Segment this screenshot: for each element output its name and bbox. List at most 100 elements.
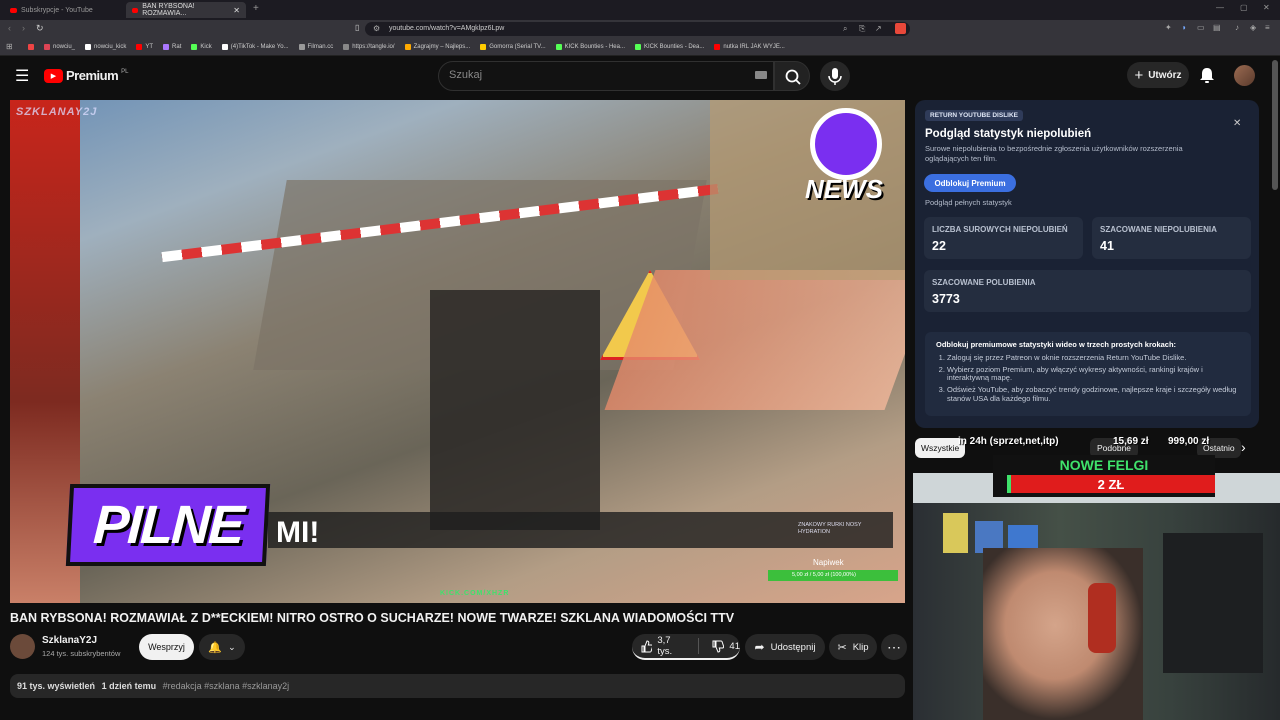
browser-tab-bar: Subskrypcje - YouTube BAN RYBSONA! ROZMA… (0, 0, 1280, 20)
step-item: Odśwież YouTube, aby zobaczyć trendy god… (947, 385, 1240, 403)
bookmark-item[interactable]: KICK Bounties - Dea... (635, 43, 704, 50)
channel-watermark: SZKLANAY2J (16, 106, 98, 118)
search-button[interactable] (774, 61, 810, 91)
upload-age: 1 dzień temu (101, 681, 157, 691)
like-button[interactable]: 3,7 tys. (640, 635, 686, 657)
video-frame-glitch (604, 270, 905, 410)
site-info-icon[interactable]: ⚙ (373, 24, 380, 33)
like-dislike-group: 3,7 tys. 41 (632, 634, 740, 660)
unlock-premium-button[interactable]: Odblokuj Premium (924, 174, 1016, 192)
steps-title: Odblokuj premiumowe statystyki wideo w t… (936, 340, 1177, 349)
news-logo: NEWS (805, 108, 887, 208)
user-avatar[interactable] (1234, 65, 1255, 86)
minimize-icon[interactable]: — (1216, 3, 1224, 12)
video-player[interactable]: SZKLANAY2J NEWS PILNE MI! ZNAKOWY RURKI … (10, 100, 905, 603)
bookmark-item[interactable]: nowciu_kick (85, 43, 126, 50)
ryd-description: Surowe niepolubienia to bezpośrednie zgł… (925, 144, 1183, 163)
sponsor-label: ZNAKOWY RURKI NOSY HYDRATION (798, 522, 862, 535)
hashtags[interactable]: #redakcja #szklana #szklanay2j (163, 681, 290, 691)
create-button[interactable]: + Utwórz (1127, 62, 1189, 88)
tab-current-video[interactable]: BAN RYBSONA! ROZMAWIA... ✕ (126, 2, 246, 18)
thumbs-up-icon (641, 639, 653, 652)
bookmark-item[interactable]: https://tangle.io/ (343, 43, 395, 50)
new-tab-icon[interactable]: + (253, 3, 259, 14)
breaking-news-label: PILNE (65, 484, 271, 566)
tab-close-icon[interactable]: ✕ (233, 6, 240, 15)
streamer-webcam (913, 473, 1280, 720)
dislike-button[interactable]: 41 (711, 640, 740, 653)
youtube-favicon-icon (10, 7, 17, 13)
step-item: Wybierz poziom Premium, aby włączyć wykr… (947, 365, 1240, 383)
share-arrow-icon: ➦ (754, 640, 765, 654)
kick-url-label: KICK.COM/XHZR (440, 590, 510, 597)
maximize-icon[interactable]: ▢ (1240, 3, 1248, 12)
page-scrollbar[interactable] (1272, 60, 1278, 190)
step-item: Zaloguj się przez Patreon w oknie rozsze… (947, 353, 1240, 363)
streamer-face (983, 548, 1143, 720)
address-bar[interactable]: ⚙ youtube.com/watch?v=AMgklpz6Lpw ⌕ ⎘ ↗ (365, 22, 910, 36)
forward-icon[interactable]: › (22, 23, 25, 33)
bookmark-item[interactable]: Gomorra (Serial TV... (480, 43, 546, 50)
extension-icon[interactable]: ◑ (1181, 23, 1186, 32)
extension-icon[interactable]: ▤ (1213, 23, 1221, 32)
shield-icon[interactable]: ◈ (1250, 23, 1256, 32)
brave-shield-icon[interactable] (895, 23, 906, 34)
bookmark-item[interactable]: Rat (163, 43, 181, 50)
bookmark-item[interactable]: nutka IRL JAK WYJE... (714, 43, 785, 50)
youtube-premium-logo[interactable]: ▶ Premium PL (44, 68, 128, 83)
menu-icon[interactable]: ≡ (1265, 23, 1270, 32)
description-box[interactable]: 91 tys. wyświetleń 1 dzień temu #redakcj… (10, 674, 905, 698)
headphones (1088, 583, 1116, 653)
bookmark-item[interactable]: (4)TikTok - Make Yo... (221, 43, 289, 50)
close-window-icon[interactable]: ✕ (1263, 3, 1270, 12)
navigation-bar: ‹ › ↻ ▯ ⚙ youtube.com/watch?v=AMgklpz6Lp… (0, 20, 1280, 38)
thumbs-down-icon (712, 640, 725, 653)
share-button[interactable]: ➦ Udostępnij (745, 634, 825, 660)
tab-label: BAN RYBSONA! ROZMAWIA... (142, 3, 195, 17)
bookmark-item[interactable]: KICK Bounties - Hea... (555, 43, 625, 50)
scissors-icon: ✂ (837, 641, 847, 654)
channel-avatar[interactable] (10, 634, 35, 659)
youtube-favicon-icon (132, 7, 139, 13)
channel-name[interactable]: SzklanaY2J (42, 635, 97, 646)
preview-stats-link[interactable]: Podgląd pełnych statystyk (925, 198, 1012, 207)
chair (1163, 533, 1263, 673)
more-actions-button[interactable]: ⋯ (881, 634, 907, 660)
translate-icon[interactable]: ⎘ (859, 24, 865, 34)
news-ticker: MI! ZNAKOWY RURKI NOSY HYDRATION (268, 512, 893, 549)
share-icon[interactable]: ↗ (875, 24, 882, 33)
search-input[interactable]: Szukaj (438, 61, 774, 91)
keyboard-icon[interactable] (755, 71, 767, 79)
hamburger-menu-icon[interactable]: ☰ (15, 66, 29, 86)
clip-button[interactable]: ✂ Klip (829, 634, 877, 660)
chevron-right-icon[interactable]: › (1241, 439, 1246, 455)
tab-subscriptions[interactable]: Subskrypcje - YouTube (4, 2, 122, 18)
subscriber-count: 124 tys. subskrybentów (42, 649, 121, 658)
k-news-badge-icon (810, 108, 882, 180)
back-icon[interactable]: ‹ (8, 23, 11, 33)
bookmark-item[interactable]: Kick (191, 43, 212, 50)
zoom-icon[interactable]: ⌕ (843, 24, 847, 34)
extensions-icon[interactable]: ✦ (1165, 23, 1172, 32)
notifications-button[interactable]: 🔔 ⌄ (199, 634, 245, 660)
return-youtube-dislike-panel: RETURN YOUTUBE DISLIKE ✕ Podgląd statyst… (915, 100, 1259, 428)
reload-icon[interactable]: ↻ (36, 23, 44, 34)
bell-icon: 🔔 (208, 641, 223, 654)
bookmark-item[interactable]: Filman.cc (298, 43, 333, 50)
bookmark-item[interactable]: nowciu_ (44, 43, 75, 50)
extension-icon[interactable]: ▭ (1197, 23, 1205, 32)
bookmark-item[interactable] (28, 43, 34, 50)
bookmark-icon[interactable]: ▯ (355, 23, 359, 32)
donation-goal: in 24h (sprzet,net,itp) 15,69 zł 999,00 … (958, 436, 1210, 447)
music-icon[interactable]: ♪ (1235, 23, 1239, 32)
bookmark-item[interactable]: YT (136, 43, 153, 50)
support-button[interactable]: Wesprzyj (139, 634, 194, 660)
bookmark-item[interactable]: Zagrajmy – Najleps... (404, 43, 470, 50)
apps-grid-icon[interactable]: ⊞ (6, 42, 13, 51)
premium-steps-box: Odblokuj premiumowe statystyki wideo w t… (925, 332, 1251, 416)
voice-search-button[interactable] (820, 61, 850, 91)
view-count: 91 tys. wyświetleń (17, 681, 96, 691)
close-icon[interactable]: ✕ (1233, 118, 1241, 129)
notifications-bell-icon[interactable] (1199, 67, 1215, 84)
ryd-badge: RETURN YOUTUBE DISLIKE (925, 110, 1023, 121)
